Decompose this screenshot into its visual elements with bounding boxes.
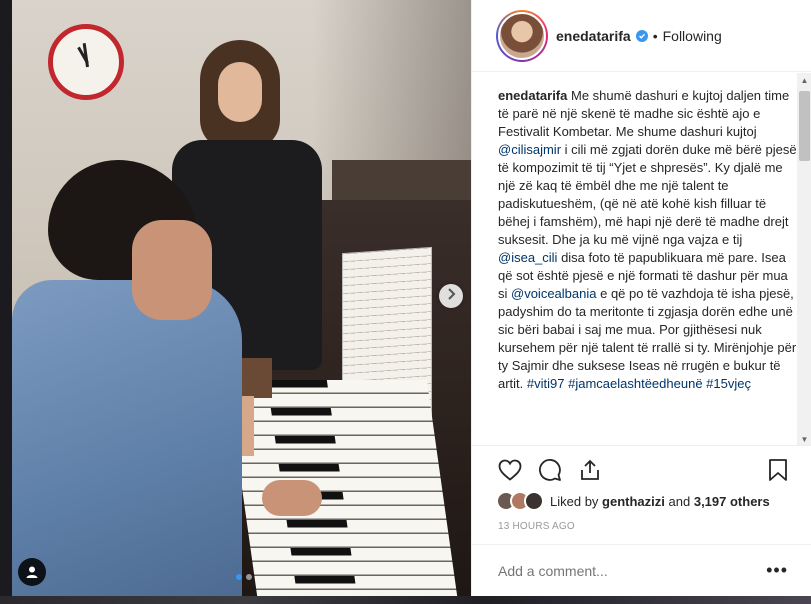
liker-username-link[interactable]: genthazizi <box>602 494 665 509</box>
avatar[interactable] <box>496 9 548 62</box>
likes-prefix: Liked by <box>550 493 599 509</box>
mention-link[interactable]: @cilisajmir <box>498 142 561 157</box>
scroll-up-arrow-icon[interactable]: ▲ <box>797 73 811 87</box>
likes-and: and <box>668 493 691 509</box>
caption-segment: i cili më zgjati dorën duke më bërë pjes… <box>498 142 797 247</box>
bookmark-icon[interactable] <box>764 456 792 484</box>
following-button[interactable]: Following <box>663 28 722 44</box>
user-tag-icon[interactable] <box>18 558 46 586</box>
verified-badge-icon <box>635 29 648 42</box>
hashtag-link[interactable]: #viti97 <box>527 376 565 391</box>
scrollbar-thumb[interactable] <box>799 91 810 161</box>
background-strip <box>0 596 811 604</box>
comments-area[interactable]: enedatarifa Me shumë dashuri e kujtoj da… <box>472 73 811 446</box>
more-options-icon[interactable]: ••• <box>766 560 788 581</box>
caption-username[interactable]: enedatarifa <box>498 88 567 103</box>
carousel-dot <box>246 574 252 580</box>
post-photo[interactable] <box>12 0 471 596</box>
hashtag-link[interactable]: #15vjeç <box>706 376 751 391</box>
wall-clock <box>48 24 124 100</box>
scroll-down-arrow-icon[interactable]: ▼ <box>797 432 811 445</box>
caption-text: Me shumë dashuri e kujtoj daljen time të… <box>498 88 797 391</box>
post-header: enedatarifa • Following <box>472 0 811 72</box>
backdrop-left <box>0 0 12 604</box>
liker-avatar <box>524 491 544 511</box>
likes-count-link[interactable]: 3,197 others <box>694 494 770 509</box>
carousel-dot <box>236 574 242 580</box>
caption-scrollbar[interactable]: ▲ ▼ <box>797 73 811 445</box>
chevron-right-icon <box>446 287 456 305</box>
action-bar <box>496 455 792 485</box>
pianist-figure <box>12 160 322 596</box>
comment-bar: ••• <box>472 544 811 596</box>
separator-dot: • <box>652 27 658 44</box>
carousel-indicator <box>236 574 252 580</box>
hashtag-link[interactable]: #jamcaelashtëedheunë <box>568 376 702 391</box>
post-caption: enedatarifa Me shumë dashuri e kujtoj da… <box>498 87 798 393</box>
heart-icon[interactable] <box>496 456 524 484</box>
mention-link[interactable]: @voicealbania <box>511 286 596 301</box>
username-link[interactable]: enedatarifa <box>556 28 631 44</box>
share-icon[interactable] <box>576 456 604 484</box>
mention-link[interactable]: @isea_cili <box>498 250 557 265</box>
comment-input[interactable] <box>498 562 767 579</box>
post-timestamp[interactable]: 13 HOURS AGO <box>498 521 575 532</box>
liker-avatars[interactable] <box>496 491 544 511</box>
likes-summary: Liked by genthazizi and 3,197 others <box>496 489 770 513</box>
next-photo-button[interactable] <box>439 284 463 308</box>
comment-bubble-icon[interactable] <box>536 456 564 484</box>
post-side-panel: enedatarifa • Following enedatarifa Me s… <box>471 0 811 596</box>
